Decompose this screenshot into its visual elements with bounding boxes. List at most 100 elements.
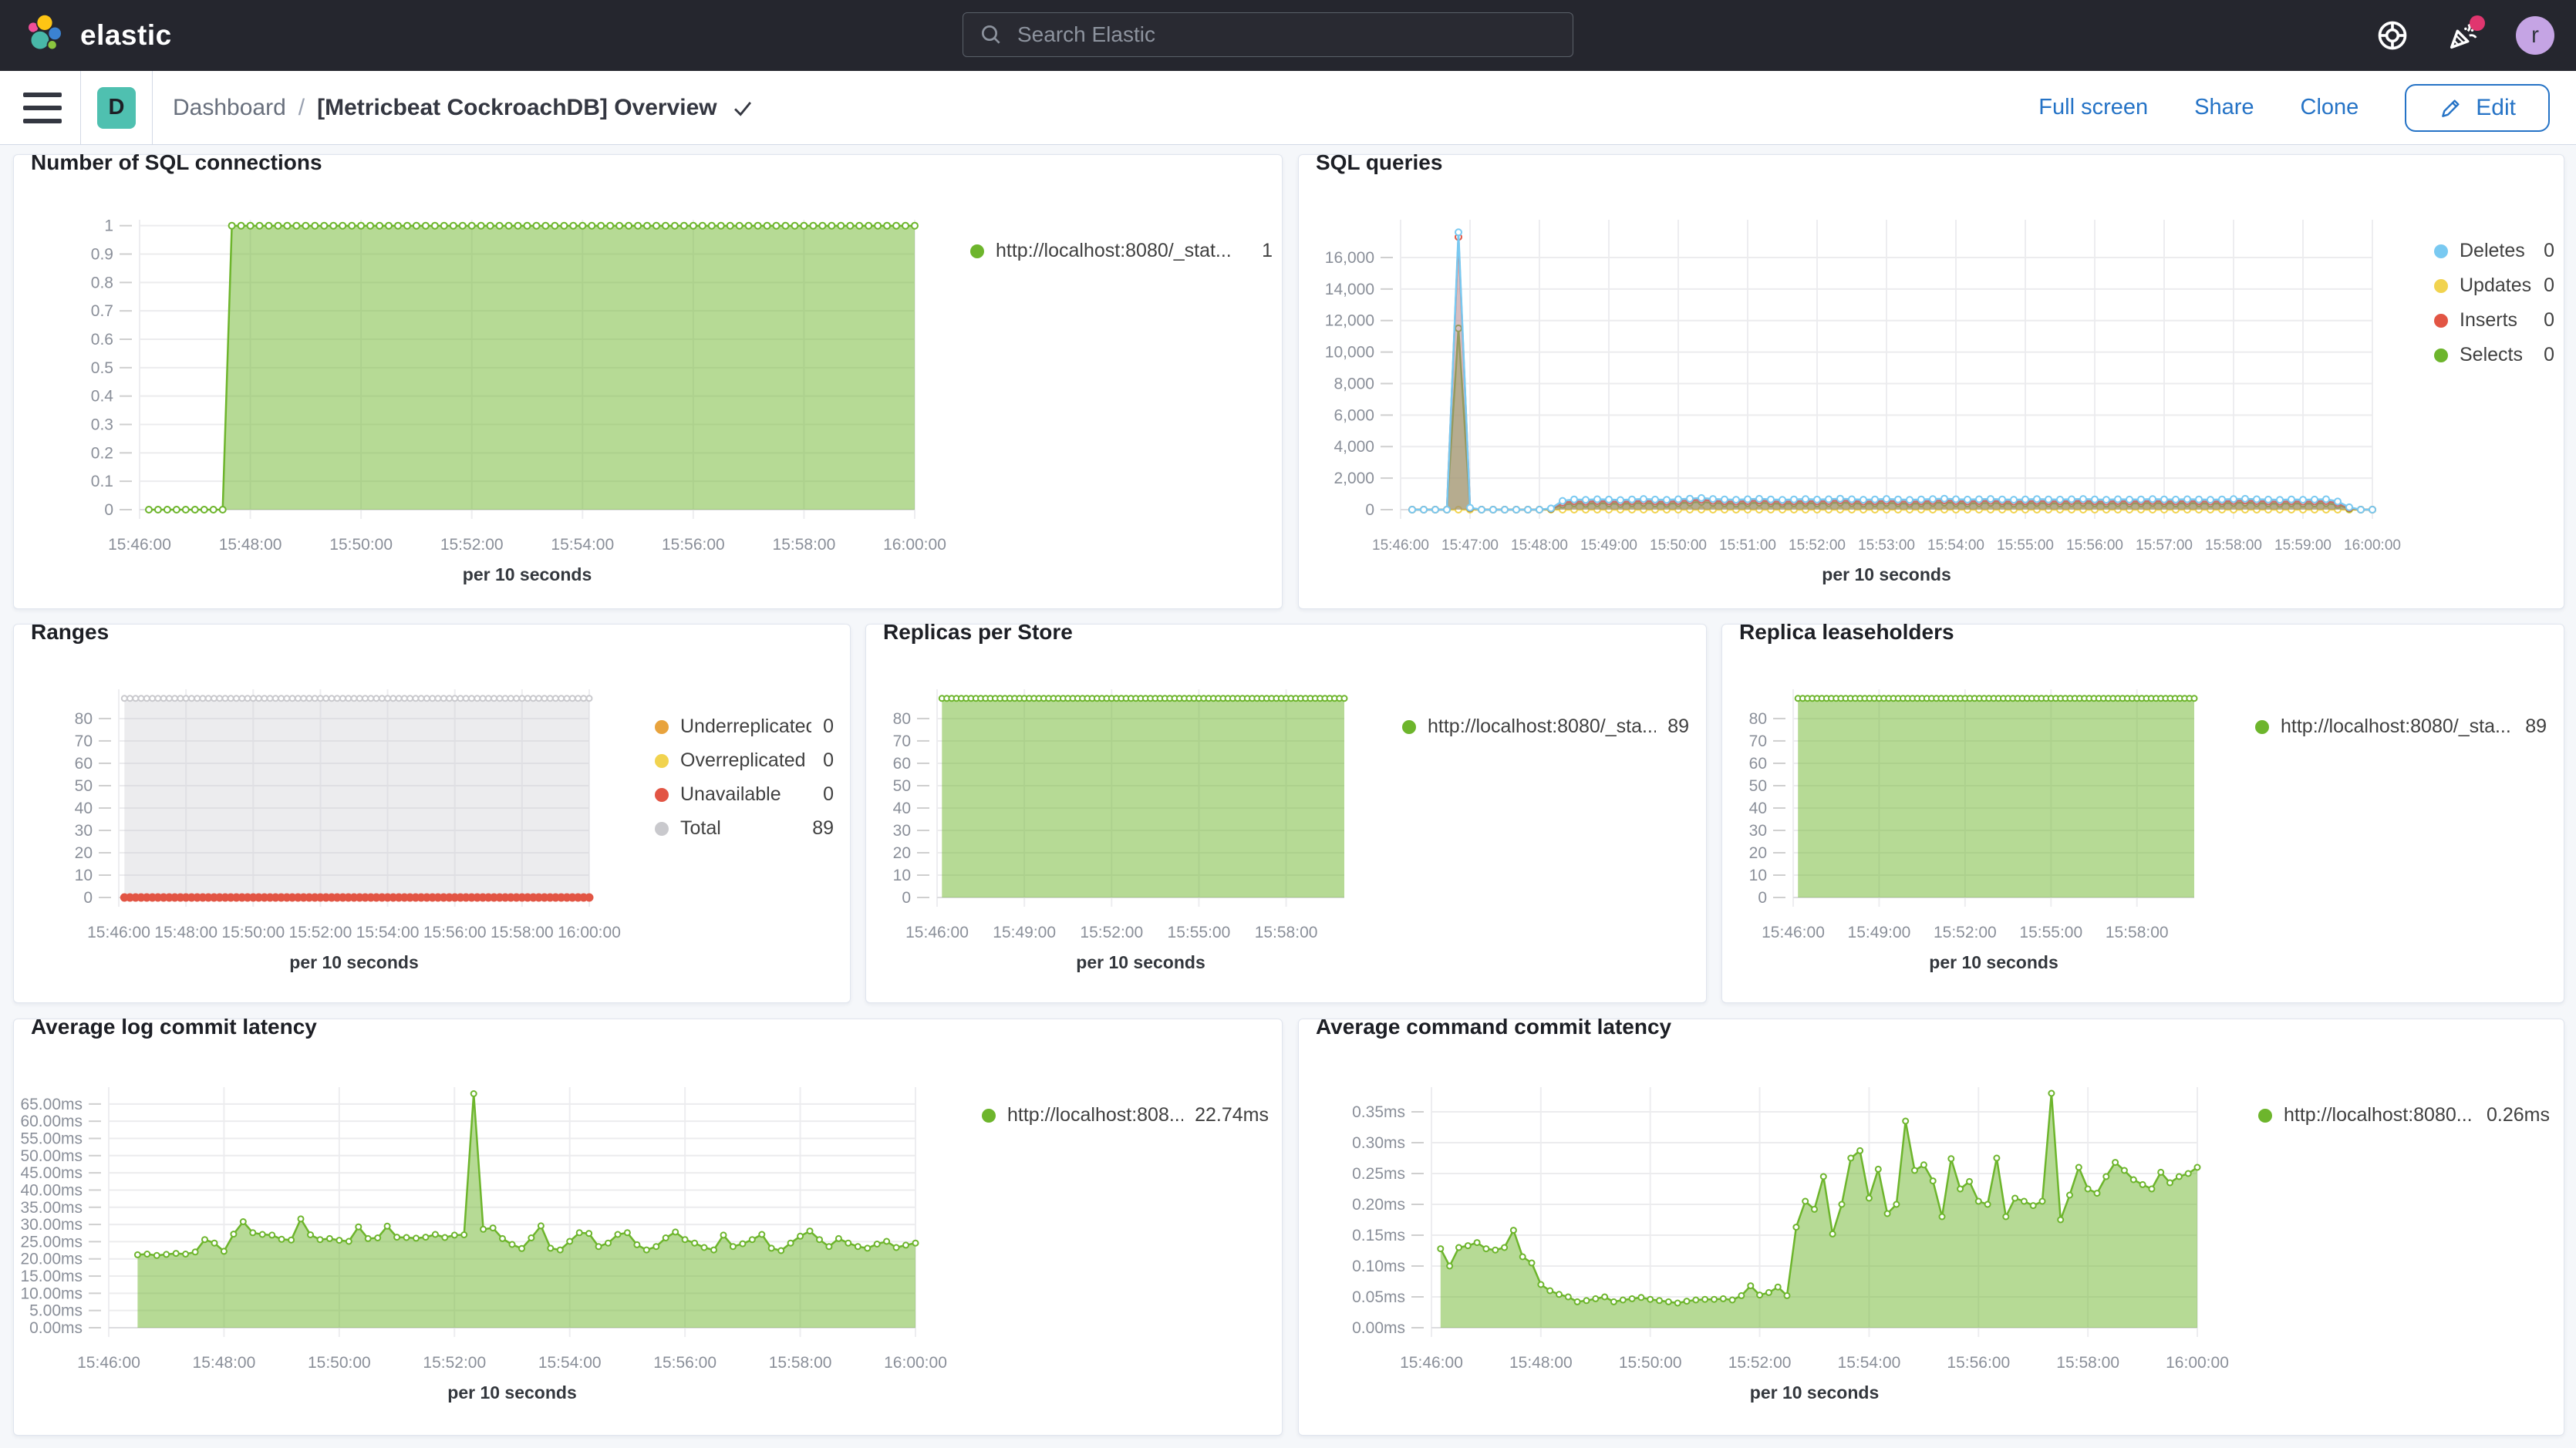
legend-value: 1 <box>1262 240 1273 262</box>
panel-number-of-sql-connections: Number of SQL connections 15:46:0015:48:… <box>13 154 1283 609</box>
svg-text:40: 40 <box>75 800 93 817</box>
svg-text:15:54:00: 15:54:00 <box>538 1354 602 1372</box>
svg-text:10: 10 <box>75 867 93 884</box>
newsfeed-icon[interactable] <box>2445 17 2482 54</box>
elastic-brand[interactable]: elastic <box>23 14 172 57</box>
svg-text:per 10 seconds: per 10 seconds <box>447 1382 576 1403</box>
legend-item[interactable]: http://localhost:808...22.74ms <box>982 1104 1269 1126</box>
svg-text:30: 30 <box>1749 822 1767 840</box>
dashboard-toolbar: D Dashboard / [Metricbeat CockroachDB] O… <box>0 71 2576 145</box>
clone-button[interactable]: Clone <box>2301 95 2359 120</box>
svg-text:15:49:00: 15:49:00 <box>1848 924 1911 941</box>
legend-label: http://localhost:808... <box>1007 1104 1183 1126</box>
svg-text:10: 10 <box>893 867 911 884</box>
svg-text:30: 30 <box>75 822 93 840</box>
legend-label: http://localhost:8080... <box>2284 1104 2473 1126</box>
legend-dot-icon <box>982 1109 996 1123</box>
svg-text:15:58:00: 15:58:00 <box>1255 924 1318 941</box>
svg-text:20: 20 <box>75 844 93 862</box>
legend-label: Underreplicated <box>680 716 811 738</box>
svg-text:10: 10 <box>1749 867 1767 884</box>
full-screen-button[interactable]: Full screen <box>2038 95 2148 120</box>
svg-text:0.20ms: 0.20ms <box>1352 1196 1405 1214</box>
svg-text:50: 50 <box>75 777 93 795</box>
svg-text:15:52:00: 15:52:00 <box>1080 924 1143 941</box>
legend-item[interactable]: Deletes0 <box>2434 240 2554 262</box>
svg-text:16:00:00: 16:00:00 <box>883 536 946 554</box>
legend-item[interactable]: http://localhost:8080/_stat... 1 <box>970 240 1273 262</box>
panel-replica-leaseholders: Replica leaseholders 15:46:0015:49:0015:… <box>1721 624 2564 1003</box>
check-icon[interactable] <box>730 95 756 121</box>
svg-text:1: 1 <box>104 217 113 235</box>
svg-text:0.8: 0.8 <box>91 274 113 291</box>
svg-text:10,000: 10,000 <box>1325 344 1374 362</box>
svg-text:15:48:00: 15:48:00 <box>1511 537 1568 554</box>
svg-text:70: 70 <box>75 732 93 750</box>
svg-text:per 10 seconds: per 10 seconds <box>1076 952 1205 972</box>
search-input[interactable] <box>1016 22 1557 48</box>
legend-label: http://localhost:8080/_stat... <box>996 240 1232 262</box>
svg-text:15:46:00: 15:46:00 <box>87 924 150 941</box>
svg-text:0.3: 0.3 <box>91 416 113 434</box>
legend-value: 0.26ms <box>2487 1104 2550 1126</box>
svg-text:20: 20 <box>1749 844 1767 862</box>
svg-text:0: 0 <box>1758 889 1767 907</box>
breadcrumb-dashboard[interactable]: Dashboard <box>173 95 286 121</box>
svg-text:per 10 seconds: per 10 seconds <box>1750 1382 1879 1403</box>
svg-text:15:52:00: 15:52:00 <box>423 1354 486 1372</box>
svg-text:15.00ms: 15.00ms <box>20 1268 83 1285</box>
legend-label: Total <box>680 817 721 840</box>
svg-text:15:50:00: 15:50:00 <box>1650 537 1707 554</box>
avatar[interactable]: r <box>2516 16 2554 55</box>
svg-text:per 10 seconds: per 10 seconds <box>1929 952 2058 972</box>
chart-canvas: 15:46:0015:48:0015:50:0015:52:0015:54:00… <box>14 155 1282 608</box>
svg-text:45.00ms: 45.00ms <box>20 1164 83 1182</box>
share-button[interactable]: Share <box>2194 95 2254 120</box>
svg-text:15:58:00: 15:58:00 <box>491 924 554 941</box>
svg-text:60: 60 <box>893 755 911 773</box>
svg-text:0.4: 0.4 <box>91 388 114 406</box>
svg-text:0: 0 <box>83 889 93 907</box>
dashboard-badge[interactable]: D <box>97 87 136 129</box>
pencil-icon <box>2439 96 2463 120</box>
svg-text:15:54:00: 15:54:00 <box>356 924 420 941</box>
panel-ranges: Ranges 15:46:0015:48:0015:50:0015:52:001… <box>13 624 851 1003</box>
legend-label: Inserts <box>2460 309 2517 332</box>
svg-text:15:46:00: 15:46:00 <box>1762 924 1825 941</box>
svg-text:15:52:00: 15:52:00 <box>440 536 504 554</box>
legend-dot-icon <box>2258 1109 2272 1123</box>
svg-text:15:56:00: 15:56:00 <box>653 1354 716 1372</box>
help-icon[interactable] <box>2374 17 2411 54</box>
svg-text:15:56:00: 15:56:00 <box>1947 1354 2010 1372</box>
legend-item[interactable]: Inserts0 <box>2434 309 2554 332</box>
svg-text:16,000: 16,000 <box>1325 249 1374 267</box>
notification-badge <box>2470 15 2485 31</box>
global-search[interactable] <box>963 12 1573 57</box>
edit-button[interactable]: Edit <box>2405 84 2550 132</box>
legend-dot-icon <box>655 754 669 768</box>
legend-item[interactable]: http://localhost:8080... 0.26ms <box>2258 1104 2550 1126</box>
legend-item[interactable]: http://localhost:8080/_sta...89 <box>1402 716 1689 738</box>
chart-canvas: 15:46:0015:48:0015:50:0015:52:0015:54:00… <box>1299 1019 2564 1435</box>
svg-text:55.00ms: 55.00ms <box>20 1130 83 1147</box>
legend-item[interactable]: Overreplicated0 <box>655 749 834 772</box>
svg-text:65.00ms: 65.00ms <box>20 1096 83 1113</box>
svg-text:per 10 seconds: per 10 seconds <box>463 564 592 584</box>
legend-dot-icon <box>2255 720 2269 734</box>
svg-text:5.00ms: 5.00ms <box>29 1302 83 1320</box>
legend-item[interactable]: Underreplicated0 <box>655 716 834 738</box>
svg-text:15:48:00: 15:48:00 <box>154 924 217 941</box>
legend-item[interactable]: Unavailable0 <box>655 783 834 806</box>
svg-text:0.30ms: 0.30ms <box>1352 1134 1405 1152</box>
legend-item[interactable]: Updates0 <box>2434 274 2554 297</box>
svg-text:15:46:00: 15:46:00 <box>1372 537 1429 554</box>
legend-item[interactable]: Selects0 <box>2434 344 2554 366</box>
svg-text:15:52:00: 15:52:00 <box>1934 924 1997 941</box>
legend-item[interactable]: Total89 <box>655 817 834 840</box>
svg-text:15:48:00: 15:48:00 <box>1509 1354 1573 1372</box>
svg-text:15:50:00: 15:50:00 <box>329 536 393 554</box>
legend-item[interactable]: http://localhost:8080/_sta...89 <box>2255 716 2547 738</box>
svg-text:80: 80 <box>893 710 911 728</box>
menu-icon[interactable] <box>23 93 62 123</box>
edit-button-label: Edit <box>2476 95 2516 121</box>
